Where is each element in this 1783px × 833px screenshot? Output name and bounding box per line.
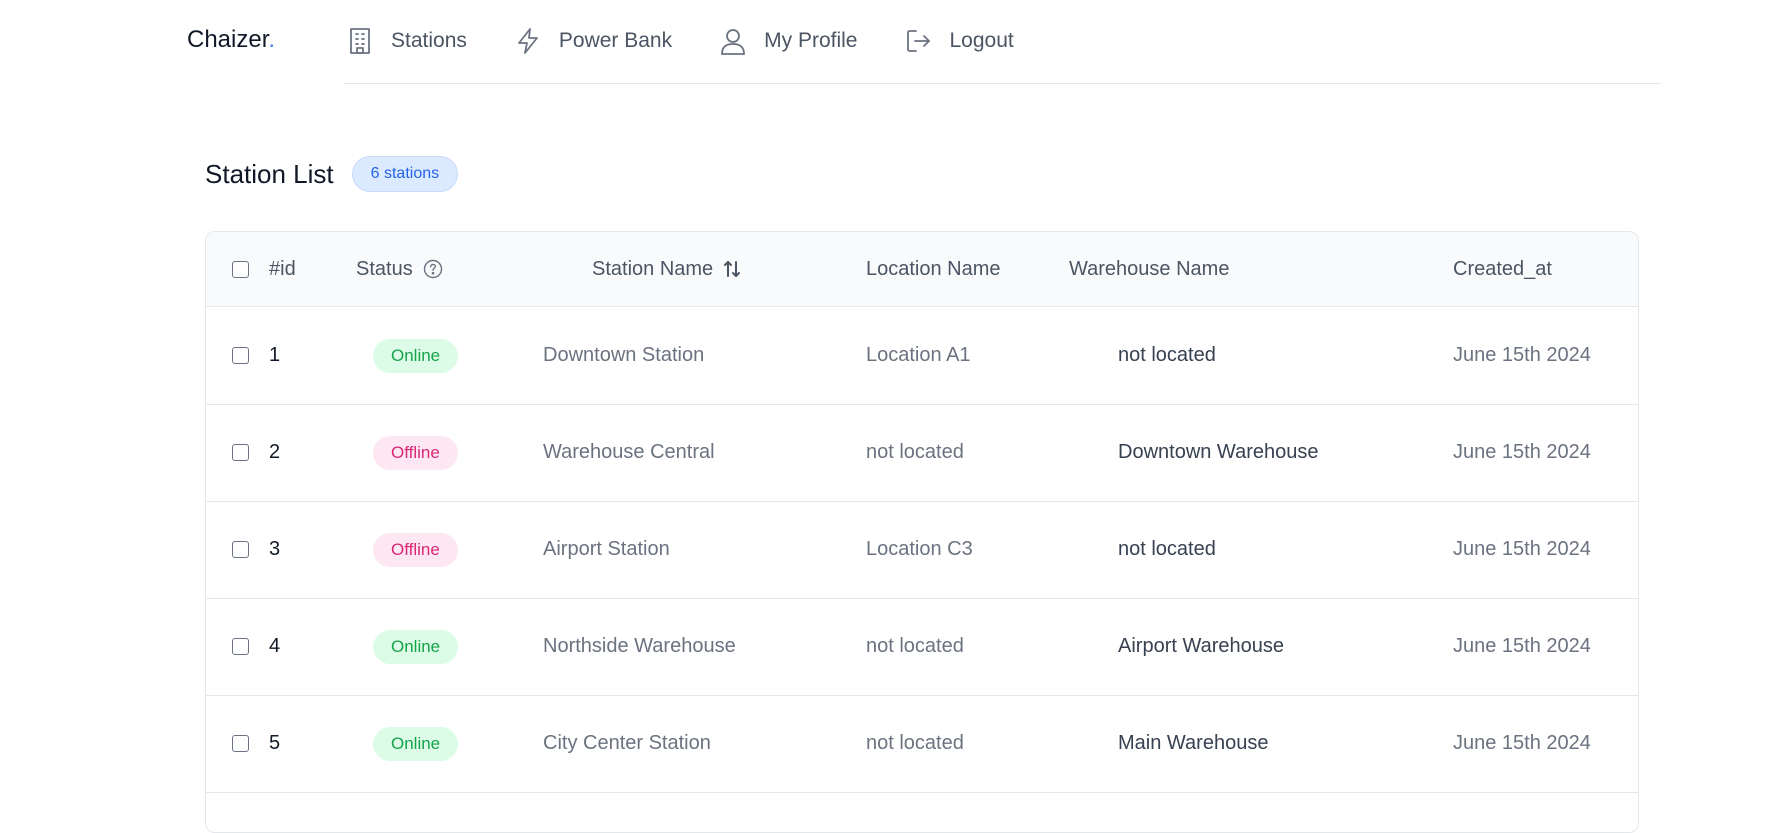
- status-badge: Offline: [373, 435, 458, 470]
- status-badge: Online: [373, 338, 459, 373]
- building-icon: [345, 26, 375, 56]
- warehouse-name: not located: [1118, 538, 1216, 560]
- status-badge: Online: [373, 726, 459, 761]
- app-logo[interactable]: Chaizer.: [187, 26, 275, 54]
- table-header: #id Status Station Name Location Name Wa…: [206, 232, 1638, 307]
- status-cell: Online: [373, 695, 459, 792]
- column-header-station-name-label: Station Name: [592, 257, 714, 280]
- created-at: June 15th 2024: [1453, 635, 1591, 657]
- row-checkbox[interactable]: [232, 347, 249, 364]
- column-header-status-label: Status: [356, 257, 413, 280]
- row-checkbox[interactable]: [232, 541, 249, 558]
- status-cell: Offline: [373, 404, 458, 501]
- row-select-cell: [232, 598, 249, 695]
- column-header-status[interactable]: Status: [356, 232, 443, 306]
- table-row[interactable]: 1 Online Downtown Station Location A1 no…: [206, 307, 1638, 405]
- page-title: Station List: [205, 158, 334, 189]
- row-select-cell: [232, 307, 249, 404]
- row-id: 5: [269, 732, 281, 754]
- location-name: not located: [866, 732, 964, 754]
- location-name: not located: [866, 441, 964, 463]
- location-name: Location A1: [866, 344, 971, 366]
- column-header-station-name[interactable]: Station Name: [592, 232, 741, 306]
- lightning-icon: [513, 26, 543, 56]
- station-name: Northside Warehouse: [543, 635, 736, 657]
- status-badge: Offline: [373, 532, 458, 567]
- logo-text: Chaizer: [187, 26, 269, 53]
- nav-label-my-profile: My Profile: [764, 29, 858, 52]
- station-name: Warehouse Central: [543, 441, 715, 463]
- user-icon: [718, 26, 748, 56]
- table-row[interactable]: 2 Offline Warehouse Central not located …: [206, 404, 1638, 502]
- row-id: 3: [269, 538, 281, 560]
- nav-item-logout[interactable]: Logout: [903, 18, 1014, 64]
- location-name: Location C3: [866, 538, 973, 560]
- row-id: 4: [269, 635, 281, 657]
- column-header-id[interactable]: #id: [269, 232, 296, 306]
- nav-item-stations[interactable]: Stations: [345, 18, 467, 64]
- nav-item-my-profile[interactable]: My Profile: [718, 18, 857, 64]
- logout-icon: [903, 26, 933, 56]
- nav-divider: [343, 83, 1661, 84]
- main-nav: Stations Power Bank My Profile Logout: [345, 18, 1060, 64]
- table-row[interactable]: 3 Offline Airport Station Location C3 no…: [206, 501, 1638, 599]
- row-select-cell: [232, 695, 249, 792]
- station-name: City Center Station: [543, 732, 711, 754]
- status-badge: Online: [373, 629, 459, 664]
- status-cell: Offline: [373, 501, 458, 598]
- help-circle-icon[interactable]: [423, 259, 443, 279]
- table-row[interactable]: 4 Online Northside Warehouse not located…: [206, 598, 1638, 696]
- top-navigation-bar: Chaizer. Stations Power Bank My Profile …: [0, 0, 1783, 84]
- nav-label-power-bank: Power Bank: [558, 29, 673, 52]
- created-at: June 15th 2024: [1453, 732, 1591, 754]
- warehouse-name: Main Warehouse: [1118, 732, 1269, 754]
- station-name: Downtown Station: [543, 344, 705, 366]
- station-table: #id Status Station Name Location Name Wa…: [205, 231, 1639, 833]
- row-checkbox[interactable]: [232, 638, 249, 655]
- row-checkbox[interactable]: [232, 735, 249, 752]
- table-row[interactable]: 5 Online City Center Station not located…: [206, 695, 1638, 793]
- page-header: Station List 6 stations: [205, 156, 459, 192]
- column-header-warehouse-name[interactable]: Warehouse Name: [1069, 232, 1229, 306]
- station-count-badge: 6 stations: [351, 156, 459, 192]
- status-cell: Online: [373, 598, 459, 695]
- status-cell: Online: [373, 307, 459, 404]
- created-at: June 15th 2024: [1453, 344, 1591, 366]
- nav-item-power-bank[interactable]: Power Bank: [513, 18, 672, 64]
- station-name: Airport Station: [543, 538, 670, 560]
- row-id: 2: [269, 441, 281, 463]
- select-all-cell: [232, 232, 249, 306]
- nav-label-logout: Logout: [949, 29, 1014, 52]
- column-header-location-name[interactable]: Location Name: [866, 232, 1001, 306]
- column-header-created-at[interactable]: Created_at: [1453, 232, 1552, 306]
- created-at: June 15th 2024: [1453, 441, 1591, 463]
- row-id: 1: [269, 344, 281, 366]
- sort-icon[interactable]: [723, 259, 741, 279]
- row-select-cell: [232, 404, 249, 501]
- select-all-checkbox[interactable]: [232, 260, 249, 278]
- created-at: June 15th 2024: [1453, 538, 1591, 560]
- row-checkbox[interactable]: [232, 444, 249, 461]
- row-select-cell: [232, 501, 249, 598]
- location-name: not located: [866, 635, 964, 657]
- warehouse-name: not located: [1118, 344, 1216, 366]
- warehouse-name: Airport Warehouse: [1118, 635, 1284, 657]
- nav-label-stations: Stations: [391, 29, 467, 52]
- logo-dot: .: [268, 26, 276, 53]
- warehouse-name: Downtown Warehouse: [1118, 441, 1319, 463]
